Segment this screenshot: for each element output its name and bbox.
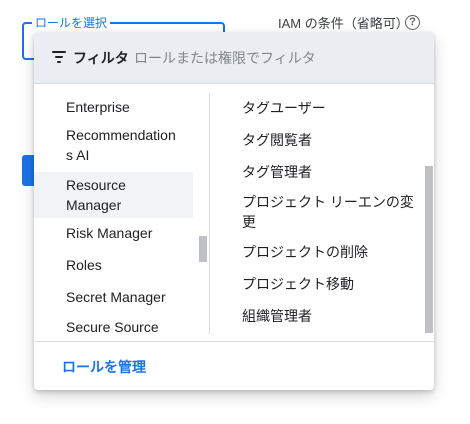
- filter-bar[interactable]: フィルタ: [34, 32, 434, 84]
- service-list: Enterprise Recommendation s AI Resource Ma…: [34, 84, 209, 341]
- role-list-scroll-thumb[interactable]: [425, 166, 433, 333]
- role-item-organization-admin[interactable]: 組織管理者: [242, 306, 417, 326]
- role-item-tag-admin[interactable]: タグ管理者: [242, 162, 417, 182]
- help-icon[interactable]: ?: [405, 15, 420, 30]
- service-list-scroll-thumb[interactable]: [199, 236, 207, 262]
- service-item-enterprise[interactable]: Enterprise: [34, 97, 193, 117]
- role-select-label: ロールを選択: [32, 16, 111, 30]
- service-list-scrollbar[interactable]: [199, 84, 207, 341]
- filter-label: フィルタ: [73, 50, 129, 66]
- service-item-secure-source[interactable]: Secure Source: [34, 317, 193, 337]
- filter-input[interactable]: [134, 48, 419, 68]
- role-list: タグユーザー タグ閲覧者 タグ管理者 プロジェクト リーエンの変更 プロジェクト…: [210, 84, 425, 341]
- service-item-risk-manager[interactable]: Risk Manager: [34, 223, 193, 243]
- filter-icon: [52, 51, 66, 63]
- iam-condition-label[interactable]: IAM の条件（省略可）: [278, 16, 409, 32]
- popup-footer: ロールを管理: [34, 341, 434, 390]
- role-item-tag-viewer[interactable]: タグ閲覧者: [242, 130, 417, 150]
- role-item-project-lien-modifier[interactable]: プロジェクト リーエンの変更: [242, 192, 417, 232]
- service-item-resource-manager[interactable]: Resource Manager: [34, 172, 193, 218]
- service-item-recommendations-ai[interactable]: Recommendation s AI: [34, 125, 193, 165]
- service-item-secret-manager[interactable]: Secret Manager: [34, 287, 193, 307]
- role-picker-popup: フィルタ Enterprise Recommendations AI Resou…: [34, 32, 434, 390]
- role-item-tag-user[interactable]: タグユーザー: [242, 98, 417, 118]
- manage-roles-link[interactable]: ロールを管理: [62, 358, 146, 376]
- role-item-project-mover[interactable]: プロジェクト移動: [242, 274, 417, 294]
- service-item-roles[interactable]: Roles: [34, 255, 193, 275]
- role-item-project-deleter[interactable]: プロジェクトの削除: [242, 242, 417, 262]
